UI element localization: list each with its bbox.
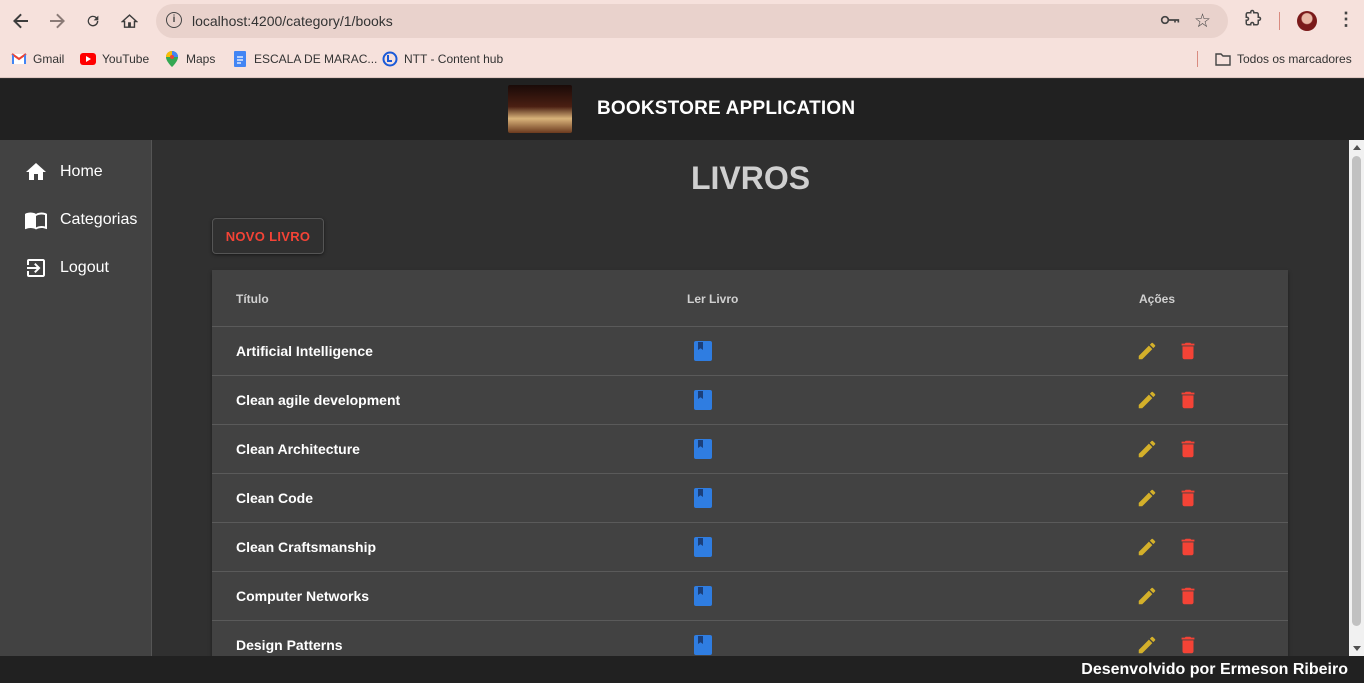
read-book-icon[interactable] xyxy=(693,389,713,411)
book-title: Clean Code xyxy=(236,490,314,506)
browser-toolbar: i localhost:4200/category/1/books ☆ ⋮ xyxy=(0,0,1364,42)
youtube-icon xyxy=(80,51,96,67)
book-open-icon xyxy=(25,212,47,230)
delete-icon[interactable] xyxy=(1177,340,1197,362)
app-title: BOOKSTORE APPLICATION xyxy=(597,98,856,119)
bookmark-maps[interactable]: Maps xyxy=(164,51,215,67)
all-bookmarks-button[interactable]: Todos os marcadores xyxy=(1215,51,1352,67)
maps-icon xyxy=(164,51,180,67)
main-content: LIVROS NOVO LIVRO Título Ler Livro Ações… xyxy=(152,140,1349,656)
scroll-down-arrow[interactable] xyxy=(1353,646,1361,651)
reload-icon xyxy=(87,15,99,27)
bookmarks-bar: Gmail YouTube Maps ESCALA DE MARAC... NT… xyxy=(0,42,1364,78)
edit-icon[interactable] xyxy=(1136,438,1158,460)
edit-icon[interactable] xyxy=(1136,634,1158,656)
scroll-thumb[interactable] xyxy=(1352,156,1361,626)
table-header: Título Ler Livro Ações xyxy=(212,270,1288,327)
delete-icon[interactable] xyxy=(1177,536,1197,558)
delete-icon[interactable] xyxy=(1177,438,1197,460)
scroll-up-arrow[interactable] xyxy=(1353,145,1361,150)
table-body: Artificial Intelligence Clean agile devel… xyxy=(212,327,1288,656)
url-text[interactable]: localhost:4200/category/1/books xyxy=(192,13,393,29)
edit-icon[interactable] xyxy=(1136,487,1158,509)
folder-icon xyxy=(1215,51,1231,67)
sidebar-item-logout[interactable]: Logout xyxy=(24,256,109,280)
table-row: Clean Craftsmanship xyxy=(212,523,1288,572)
reload-button[interactable] xyxy=(81,9,105,33)
sidebar-item-home[interactable]: Home xyxy=(24,160,103,184)
table-row: Clean Code xyxy=(212,474,1288,523)
read-book-icon[interactable] xyxy=(693,487,713,509)
header-title: Título xyxy=(236,292,269,306)
arrow-left-icon xyxy=(13,13,28,29)
delete-icon[interactable] xyxy=(1177,487,1197,509)
toolbar-divider xyxy=(1279,12,1280,30)
read-book-icon[interactable] xyxy=(693,634,713,656)
key-icon[interactable] xyxy=(1160,12,1180,33)
docs-icon xyxy=(232,51,248,67)
arrow-right-icon xyxy=(50,13,65,29)
star-icon[interactable]: ☆ xyxy=(1194,10,1211,33)
new-book-button[interactable]: NOVO LIVRO xyxy=(212,218,324,254)
app-footer: Desenvolvido por Ermeson Ribeiro xyxy=(0,656,1364,683)
page-title: LIVROS xyxy=(690,160,811,196)
footer-credit: Desenvolvido por Ermeson Ribeiro xyxy=(1081,661,1348,678)
back-button[interactable] xyxy=(9,9,33,33)
bookmark-youtube[interactable]: YouTube xyxy=(80,51,149,67)
book-title: Design Patterns xyxy=(236,637,343,653)
logout-icon xyxy=(27,259,45,277)
read-book-icon[interactable] xyxy=(693,536,713,558)
read-book-icon[interactable] xyxy=(693,585,713,607)
bookmarks-divider xyxy=(1197,51,1198,67)
bookmark-ntt[interactable]: NTT - Content hub xyxy=(382,51,503,67)
header-read: Ler Livro xyxy=(687,292,739,306)
edit-icon[interactable] xyxy=(1136,536,1158,558)
bookmark-gmail[interactable]: Gmail xyxy=(11,51,64,67)
header-actions: Ações xyxy=(1139,292,1176,306)
table-row: Computer Networks xyxy=(212,572,1288,621)
home-outline-icon xyxy=(120,13,138,28)
extensions-icon[interactable] xyxy=(1244,9,1262,32)
home-icon xyxy=(26,163,46,180)
ntt-icon xyxy=(382,51,398,67)
app-logo xyxy=(508,85,572,133)
edit-icon[interactable] xyxy=(1136,340,1158,362)
page-scrollbar[interactable] xyxy=(1349,140,1364,656)
book-title: Artificial Intelligence xyxy=(236,343,373,359)
edit-icon[interactable] xyxy=(1136,585,1158,607)
site-info-icon[interactable]: i xyxy=(166,12,182,28)
gmail-icon xyxy=(11,51,27,67)
bookmark-escala[interactable]: ESCALA DE MARAC... xyxy=(232,51,377,67)
book-title: Computer Networks xyxy=(236,588,370,604)
delete-icon[interactable] xyxy=(1177,389,1197,411)
sidebar: Home Categorias Logout xyxy=(0,140,152,656)
read-book-icon[interactable] xyxy=(693,438,713,460)
home-browser-button[interactable] xyxy=(117,9,141,33)
edit-icon[interactable] xyxy=(1136,389,1158,411)
forward-button[interactable] xyxy=(45,9,69,33)
sidebar-item-categorias[interactable]: Categorias xyxy=(24,208,137,232)
delete-icon[interactable] xyxy=(1177,634,1197,656)
table-row: Clean agile development xyxy=(212,376,1288,425)
menu-kebab-icon[interactable]: ⋮ xyxy=(1337,9,1355,30)
delete-icon[interactable] xyxy=(1177,585,1197,607)
sidebar-item-label: Home xyxy=(60,163,103,180)
profile-avatar[interactable] xyxy=(1297,11,1317,31)
read-book-icon[interactable] xyxy=(693,340,713,362)
book-title: Clean Architecture xyxy=(236,441,360,457)
book-title: Clean agile development xyxy=(236,392,401,408)
table-row: Artificial Intelligence xyxy=(212,327,1288,376)
table-row: Clean Architecture xyxy=(212,425,1288,474)
books-table: Título Ler Livro Ações Artificial Intell… xyxy=(212,270,1288,656)
address-bar[interactable]: i localhost:4200/category/1/books ☆ xyxy=(156,4,1228,38)
book-title: Clean Craftsmanship xyxy=(236,539,377,555)
app-header: BOOKSTORE APPLICATION xyxy=(0,79,1364,140)
sidebar-item-label: Categorias xyxy=(60,211,138,228)
table-row: Design Patterns xyxy=(212,621,1288,656)
sidebar-item-label: Logout xyxy=(60,259,109,276)
